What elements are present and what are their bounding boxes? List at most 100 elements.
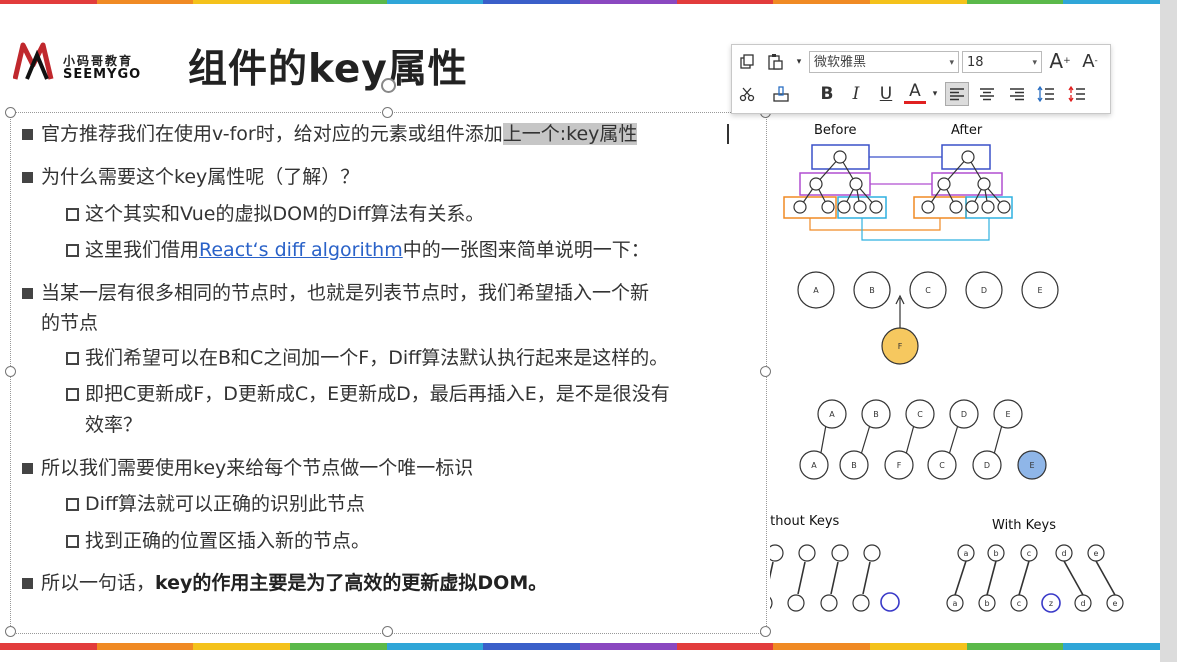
without-keys-bottom-node bbox=[852, 594, 870, 612]
with-keys-bottom-node-label: d bbox=[1080, 599, 1085, 608]
page-title: 组件的key属性 bbox=[188, 47, 468, 92]
bottom-bar-segment bbox=[193, 643, 291, 650]
old-node-label: A bbox=[829, 410, 835, 419]
top-bar-segment bbox=[773, 0, 871, 4]
without-keys-top-node bbox=[798, 544, 816, 562]
new-node-label: B bbox=[851, 461, 857, 470]
with-keys-top-node-label: d bbox=[1061, 549, 1066, 558]
with-keys-top-node-label: c bbox=[1027, 549, 1031, 558]
list-icon[interactable] bbox=[1066, 83, 1088, 105]
with-keys-bottom-node-label: e bbox=[1113, 599, 1118, 608]
bottom-bar-segment bbox=[676, 643, 774, 650]
new-node-label: F bbox=[897, 461, 902, 470]
font-color-dropdown-icon[interactable]: ▾ bbox=[924, 83, 946, 105]
font-size-select[interactable]: 18 ▾ bbox=[962, 51, 1042, 73]
old-node-label: B bbox=[873, 410, 879, 419]
align-center-icon[interactable] bbox=[976, 83, 998, 105]
selected-text[interactable]: 上一个:key属性 bbox=[502, 123, 638, 145]
with-keys-bottom-node-label: a bbox=[953, 599, 958, 608]
line-4-text-b: 中的一张图来简单说明一下： bbox=[402, 239, 650, 261]
resize-handle-bm[interactable] bbox=[382, 626, 393, 637]
without-keys-bottom-node bbox=[770, 596, 773, 610]
top-bar-segment bbox=[0, 0, 97, 4]
bottom-color-bar bbox=[0, 643, 1160, 650]
font-name-select[interactable]: 微软雅黑 ▾ bbox=[809, 51, 959, 73]
shrink-font-icon[interactable]: A- bbox=[1079, 50, 1101, 72]
format-painter-icon[interactable] bbox=[770, 83, 792, 105]
after-leaf-node bbox=[965, 200, 979, 214]
bullet-line-5-cont: 的节点 bbox=[41, 312, 99, 334]
sub-bullet-line-3: 这个其实和Vue的虚拟DOM的Diff算法有关系。 bbox=[65, 203, 485, 225]
old-node-label: E bbox=[1005, 410, 1010, 419]
bullet-line-1: 官方推荐我们在使用v-for时，给对应的元素或组件添加上一个:key属性 bbox=[21, 122, 638, 146]
font-dropdown-icon: ▾ bbox=[949, 58, 954, 68]
sub-bullet-line-10: 找到正确的位置区插入新的节点。 bbox=[65, 530, 371, 552]
copy-icon[interactable] bbox=[736, 51, 758, 73]
sub-bullet-line-7-cont: 效率？ bbox=[85, 414, 143, 436]
align-left-icon[interactable] bbox=[945, 82, 969, 106]
new-node-label: C bbox=[939, 461, 945, 470]
paste-dropdown-icon[interactable]: ▾ bbox=[788, 51, 810, 73]
without-keys-label: Without Keys bbox=[770, 514, 840, 529]
italic-button[interactable]: I bbox=[845, 83, 867, 105]
bottom-bar-segment bbox=[773, 643, 871, 650]
after-leaf-node bbox=[921, 200, 935, 214]
paste-icon[interactable] bbox=[766, 51, 788, 73]
rotate-handle[interactable] bbox=[381, 78, 396, 93]
font-color-button[interactable]: A bbox=[904, 81, 926, 104]
before-leaf-node bbox=[793, 200, 807, 214]
bold-button[interactable]: B bbox=[816, 83, 838, 105]
new-node-label: D bbox=[984, 461, 990, 470]
with-keys-label: With Keys bbox=[992, 518, 1056, 533]
grow-font-icon[interactable]: A + bbox=[1049, 49, 1071, 73]
mini-format-toolbar: ▾ 微软雅黑 ▾ 18 ▾ A + A- B I U A ▾ bbox=[731, 44, 1111, 114]
row-node-label: A bbox=[813, 286, 819, 295]
text-cursor bbox=[727, 124, 729, 144]
top-bar-segment bbox=[96, 0, 194, 4]
line-11-text-b: key的作用主要是为了高效的更新虚拟DOM。 bbox=[155, 572, 548, 594]
logo-text-en: SEEMYGO bbox=[63, 67, 142, 82]
diff-diagram: Before After A B C D E F A B C D E A B F C D Ea b c d e a b c z d… bbox=[770, 123, 1124, 613]
without-keys-top-node bbox=[863, 544, 881, 562]
grow-font-label: A bbox=[1049, 49, 1064, 73]
cut-icon[interactable] bbox=[736, 83, 758, 105]
with-keys-edge bbox=[954, 560, 967, 596]
top-bar-segment bbox=[1063, 0, 1160, 4]
bottom-bar-segment bbox=[290, 643, 387, 650]
before-after-link-leaves-a bbox=[809, 218, 941, 231]
react-diff-link[interactable]: React‘s diff algorithm bbox=[199, 239, 403, 261]
align-right-icon[interactable] bbox=[1006, 83, 1028, 105]
with-keys-top-node-label: e bbox=[1094, 549, 1099, 558]
with-keys-edge bbox=[1063, 560, 1084, 596]
before-leaf-node bbox=[821, 200, 835, 214]
row-node-label: B bbox=[869, 286, 875, 295]
resize-handle-tm[interactable] bbox=[382, 107, 393, 118]
bottom-bar-segment bbox=[966, 643, 1064, 650]
resize-handle-tl[interactable] bbox=[5, 107, 16, 118]
before-leaf-node bbox=[853, 200, 867, 214]
bottom-bar-segment bbox=[580, 643, 677, 650]
resize-handle-br[interactable] bbox=[760, 626, 771, 637]
without-keys-bottom-node bbox=[820, 594, 838, 612]
after-root-node bbox=[961, 150, 975, 164]
with-keys-bottom-node-label: b bbox=[984, 599, 989, 608]
bottom-bar-segment bbox=[1063, 643, 1160, 650]
bullet-line-11: 所以一句话，key的作用主要是为了高效的更新虚拟DOM。 bbox=[21, 571, 548, 595]
resize-handle-bl[interactable] bbox=[5, 626, 16, 637]
line-spacing-icon[interactable] bbox=[1035, 83, 1057, 105]
without-keys-bottom-node bbox=[787, 594, 805, 612]
top-bar-segment bbox=[676, 0, 774, 4]
after-leaf-node bbox=[997, 200, 1011, 214]
row-node-label: E bbox=[1037, 286, 1042, 295]
underline-button[interactable]: U bbox=[875, 83, 897, 105]
without-keys-top-node bbox=[831, 544, 849, 562]
text-box[interactable] bbox=[10, 112, 767, 634]
after-label: After bbox=[951, 123, 983, 138]
bottom-bar-segment bbox=[870, 643, 967, 650]
window-edge bbox=[1160, 0, 1177, 662]
with-keys-edge bbox=[1095, 560, 1116, 596]
new-node-label: E bbox=[1029, 461, 1034, 470]
without-keys-edge bbox=[770, 561, 774, 580]
resize-handle-ml[interactable] bbox=[5, 366, 16, 377]
before-label: Before bbox=[814, 123, 857, 138]
